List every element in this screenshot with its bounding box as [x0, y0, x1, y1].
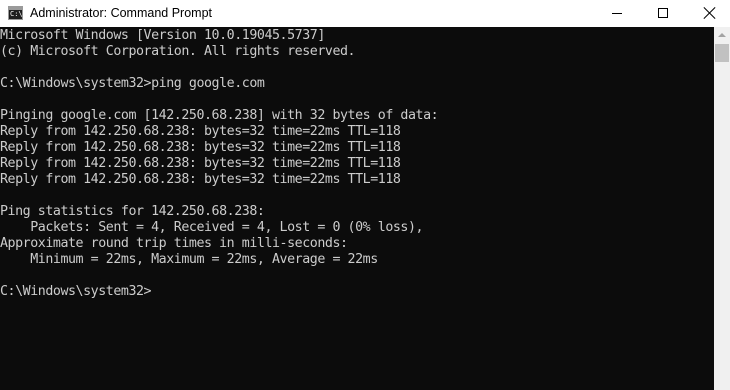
- window-title: Administrator: Command Prompt: [30, 6, 213, 20]
- console-line: Reply from 142.250.68.238: bytes=32 time…: [0, 140, 401, 155]
- console-line: Packets: Sent = 4, Received = 4, Lost = …: [0, 220, 424, 235]
- minimize-button[interactable]: [594, 0, 640, 27]
- console-line: Reply from 142.250.68.238: bytes=32 time…: [0, 124, 401, 139]
- console-prompt-line[interactable]: C:\Windows\system32>: [0, 284, 714, 300]
- scroll-up-arrow-icon[interactable]: [714, 27, 730, 44]
- command-prompt-icon[interactable]: C:\: [8, 6, 23, 20]
- console-line: (c) Microsoft Corporation. All rights re…: [0, 44, 356, 59]
- console-line: C:\Windows\system32>ping google.com: [0, 76, 265, 91]
- command-prompt-window: C:\ Administrator: Command Prompt Micros…: [0, 0, 730, 390]
- vertical-scrollbar[interactable]: [714, 27, 730, 390]
- console-line: Approximate round trip times in milli-se…: [0, 236, 348, 251]
- console-line: Microsoft Windows [Version 10.0.19045.57…: [0, 28, 325, 43]
- close-icon: [703, 7, 715, 19]
- console-output[interactable]: Microsoft Windows [Version 10.0.19045.57…: [0, 28, 714, 390]
- close-button[interactable]: [686, 0, 730, 27]
- console-line: Pinging google.com [142.250.68.238] with…: [0, 108, 439, 123]
- console-line: Ping statistics for 142.250.68.238:: [0, 204, 265, 219]
- title-bar[interactable]: C:\ Administrator: Command Prompt: [0, 0, 730, 27]
- minimize-icon: [612, 13, 622, 14]
- maximize-button[interactable]: [640, 0, 686, 27]
- console-line: Reply from 142.250.68.238: bytes=32 time…: [0, 156, 401, 171]
- scrollbar-thumb[interactable]: [715, 44, 729, 62]
- maximize-icon: [658, 8, 668, 18]
- console-line: Reply from 142.250.68.238: bytes=32 time…: [0, 172, 401, 187]
- icon-text: C:\: [10, 10, 23, 18]
- console-line: Minimum = 22ms, Maximum = 22ms, Average …: [0, 252, 378, 267]
